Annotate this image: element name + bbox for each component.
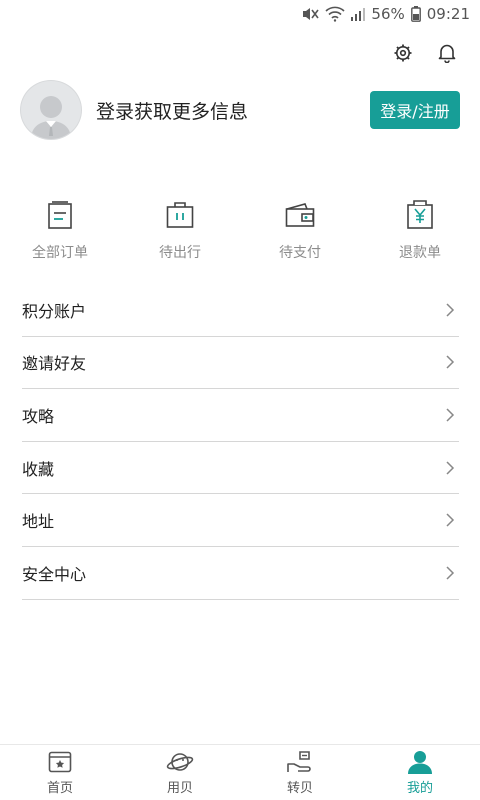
nav-home[interactable]: 首页 xyxy=(0,745,120,800)
menu-item-label: 积分账户 xyxy=(22,301,87,321)
login-register-button[interactable]: 登录/注册 xyxy=(370,91,460,129)
nav-transfer-points[interactable]: 转贝 xyxy=(240,745,360,800)
order-pending-trip[interactable]: 待出行 xyxy=(120,200,240,270)
order-refund-label: 退款单 xyxy=(399,245,441,261)
planet-icon xyxy=(166,753,194,771)
wallet-icon xyxy=(285,203,315,227)
order-pending-payment-label: 待支付 xyxy=(279,245,321,261)
menu-item-points-account[interactable]: 积分账户 xyxy=(22,284,459,337)
notifications-button[interactable] xyxy=(436,42,458,64)
menu-item-label: 攻略 xyxy=(22,406,55,426)
menu-item-invite-friends[interactable]: 邀请好友 xyxy=(22,337,459,390)
gear-icon xyxy=(394,44,412,62)
signal-icon xyxy=(351,8,366,21)
menu-item-label: 安全中心 xyxy=(22,564,87,584)
settings-button[interactable] xyxy=(392,42,414,64)
home-star-icon xyxy=(48,751,72,773)
status-bar: 56% 09:21 xyxy=(0,0,480,28)
nav-mine[interactable]: 我的 xyxy=(360,745,480,800)
wifi-icon xyxy=(325,6,345,22)
bell-icon xyxy=(438,44,456,63)
clock: 09:21 xyxy=(426,5,470,23)
profile-header: 登录获取更多信息 登录/注册 xyxy=(20,80,460,140)
nav-use-points[interactable]: 用贝 xyxy=(120,745,240,800)
order-all-label: 全部订单 xyxy=(32,245,88,261)
menu-item-guides[interactable]: 攻略 xyxy=(22,389,459,442)
nav-transfer-points-label: 转贝 xyxy=(286,781,313,796)
settings-menu: 积分账户 邀请好友 攻略 收藏 地址 安全中心 xyxy=(22,284,459,600)
suitcase-icon xyxy=(166,202,194,228)
chevron-right-icon xyxy=(446,513,455,527)
profile-screen: 56% 09:21 登录获取更多信息 登录/注册 全部订单 待出行 待支付 退款… xyxy=(0,0,480,800)
menu-item-label: 地址 xyxy=(22,512,55,532)
document-list-icon xyxy=(48,201,72,229)
menu-item-address[interactable]: 地址 xyxy=(22,494,459,547)
bottom-navigation: 首页 用贝 转贝 我的 xyxy=(0,744,480,800)
nav-home-label: 首页 xyxy=(46,781,73,796)
mute-icon xyxy=(303,8,320,20)
menu-item-label: 收藏 xyxy=(22,459,55,479)
transfer-hand-icon xyxy=(287,751,311,772)
refund-yen-icon xyxy=(407,200,433,229)
avatar[interactable] xyxy=(20,80,82,140)
order-pending-trip-label: 待出行 xyxy=(159,245,201,261)
chevron-right-icon xyxy=(446,461,455,475)
chevron-right-icon xyxy=(446,566,455,580)
nav-mine-label: 我的 xyxy=(406,781,433,796)
person-icon xyxy=(408,751,432,774)
header-actions xyxy=(392,42,458,64)
default-avatar-icon xyxy=(31,96,71,139)
battery-percent: 56% xyxy=(371,5,405,23)
menu-item-favorites[interactable]: 收藏 xyxy=(22,442,459,495)
battery-icon xyxy=(410,6,421,22)
chevron-right-icon xyxy=(446,355,455,369)
chevron-right-icon xyxy=(446,408,455,422)
order-pending-payment[interactable]: 待支付 xyxy=(240,200,360,270)
login-prompt[interactable]: 登录获取更多信息 xyxy=(96,97,370,124)
chevron-right-icon xyxy=(446,303,455,317)
order-shortcuts: 全部订单 待出行 待支付 退款单 xyxy=(0,200,480,270)
order-refund[interactable]: 退款单 xyxy=(360,200,480,270)
order-all[interactable]: 全部订单 xyxy=(0,200,120,270)
menu-item-security-center[interactable]: 安全中心 xyxy=(22,547,459,600)
nav-use-points-label: 用贝 xyxy=(166,781,193,796)
menu-item-label: 邀请好友 xyxy=(22,354,87,374)
